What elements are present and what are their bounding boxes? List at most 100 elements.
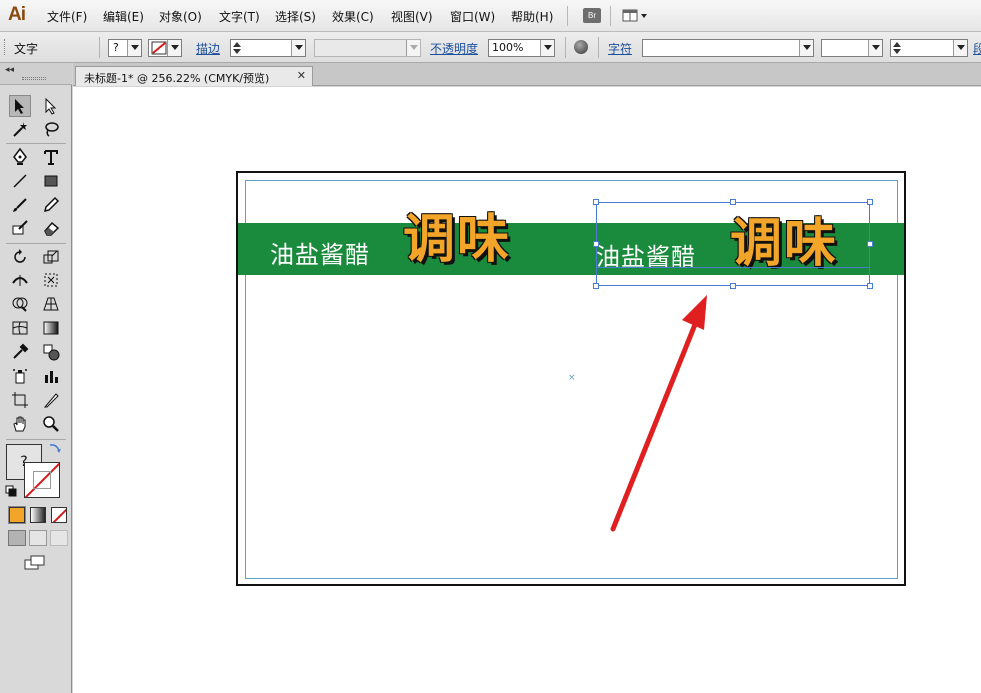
canvas[interactable]: 油盐酱醋 调味 油盐酱醋 调味 × — [73, 87, 981, 693]
chevron-down-icon[interactable] — [799, 40, 813, 56]
font-size-field[interactable] — [890, 39, 968, 57]
perspective-grid-tool-icon[interactable] — [40, 293, 62, 315]
menu-window[interactable]: 窗口(W) — [450, 8, 495, 25]
opacity-label[interactable]: 不透明度 — [430, 40, 478, 57]
stroke-swatch[interactable] — [24, 462, 60, 498]
resize-handle[interactable] — [593, 241, 599, 247]
draw-inside-icon[interactable] — [50, 530, 68, 546]
resize-handle[interactable] — [867, 241, 873, 247]
stroke-label[interactable]: 描边 — [196, 40, 220, 57]
banner-small-text-left[interactable]: 油盐酱醋 — [270, 235, 370, 270]
default-fill-stroke-icon[interactable] — [5, 485, 17, 497]
pen-tool-icon[interactable] — [9, 146, 31, 168]
current-tool-label: 文字 — [14, 42, 39, 56]
width-tool-icon[interactable] — [9, 269, 31, 291]
blend-tool-icon[interactable] — [40, 341, 62, 363]
menu-file[interactable]: 文件(F) — [47, 8, 87, 25]
mesh-tool-icon[interactable] — [9, 317, 31, 339]
resize-handle[interactable] — [593, 283, 599, 289]
collapse-icon[interactable]: ◂◂ — [5, 65, 14, 75]
shape-builder-tool-icon[interactable] — [9, 293, 31, 315]
text-baseline — [596, 267, 870, 268]
gradient-mode-button[interactable] — [30, 507, 46, 523]
resize-handle[interactable] — [867, 283, 873, 289]
chevron-down-icon[interactable] — [540, 40, 554, 56]
chevron-down-icon[interactable] — [953, 40, 967, 56]
variable-width-profile[interactable] — [314, 39, 421, 57]
resize-handle[interactable] — [867, 199, 873, 205]
eraser-tool-icon[interactable] — [40, 217, 62, 239]
slice-tool-icon[interactable] — [40, 389, 62, 411]
blob-brush-tool-icon[interactable] — [9, 217, 31, 239]
resize-handle[interactable] — [593, 199, 599, 205]
chevron-down-icon[interactable] — [868, 40, 882, 56]
opacity-field[interactable]: 100% — [488, 39, 555, 57]
menu-view[interactable]: 视图(V) — [391, 8, 433, 25]
column-graph-tool-icon[interactable] — [40, 365, 62, 387]
stroke-weight-field[interactable] — [230, 39, 306, 57]
gradient-tool-icon[interactable] — [40, 317, 62, 339]
close-icon[interactable]: ✕ — [297, 69, 306, 82]
scale-tool-icon[interactable] — [40, 246, 62, 268]
resize-handle[interactable] — [730, 283, 736, 289]
spinner-icon[interactable] — [232, 41, 242, 55]
color-mode-button[interactable] — [8, 506, 26, 524]
direct-selection-tool-icon[interactable] — [40, 95, 62, 117]
line-segment-tool-icon[interactable] — [9, 170, 31, 192]
panel-grip[interactable] — [22, 77, 46, 80]
rectangle-tool-icon[interactable] — [40, 170, 62, 192]
control-separator — [99, 37, 100, 58]
document-tab[interactable]: 未标题-1* @ 256.22% (CMYK/预览) ✕ — [75, 66, 313, 86]
none-mode-button[interactable] — [51, 507, 67, 523]
font-style-field[interactable] — [821, 39, 883, 57]
menu-separator — [610, 6, 611, 26]
hand-tool-icon[interactable] — [9, 413, 31, 435]
eyedropper-tool-icon[interactable] — [9, 341, 31, 363]
control-bar: 文字 ? 描边 不透明度 100% 字符 段 — [0, 32, 981, 63]
artboard[interactable]: 油盐酱醋 调味 油盐酱醋 调味 × — [236, 171, 906, 586]
chevron-down-icon — [406, 40, 420, 56]
menu-edit[interactable]: 编辑(E) — [103, 8, 144, 25]
menu-object[interactable]: 对象(O) — [159, 8, 202, 25]
arrange-documents-icon[interactable] — [622, 8, 650, 24]
swap-fill-stroke-icon[interactable] — [48, 442, 62, 454]
chevron-down-icon[interactable] — [291, 40, 305, 56]
screen-mode-icon[interactable] — [24, 555, 46, 571]
draw-normal-icon[interactable] — [8, 530, 26, 546]
selection-tool-icon[interactable] — [9, 95, 31, 117]
menu-help[interactable]: 帮助(H) — [511, 8, 553, 25]
free-transform-tool-icon[interactable] — [40, 269, 62, 291]
document-tab-strip: 未标题-1* @ 256.22% (CMYK/预览) ✕ — [73, 63, 981, 86]
artboard-tool-icon[interactable] — [9, 389, 31, 411]
panel-grip[interactable] — [4, 39, 7, 55]
magic-wand-tool-icon[interactable] — [9, 118, 31, 140]
no-stroke-icon — [151, 41, 167, 55]
fill-color-dropdown[interactable]: ? — [108, 39, 142, 57]
bridge-button[interactable]: Br — [583, 8, 601, 23]
chevron-down-icon — [167, 40, 181, 56]
stroke-color-dropdown[interactable] — [148, 39, 182, 57]
font-family-field[interactable] — [642, 39, 814, 57]
globe-icon[interactable] — [574, 40, 588, 54]
tool-separator — [6, 439, 66, 440]
pencil-tool-icon[interactable] — [40, 194, 62, 216]
banner-big-text-left[interactable]: 调味 — [403, 197, 511, 272]
tool-separator — [6, 143, 66, 144]
zoom-tool-icon[interactable] — [40, 413, 62, 435]
menu-select[interactable]: 选择(S) — [275, 8, 316, 25]
tools-panel-header[interactable]: ◂◂ — [0, 63, 72, 85]
symbol-sprayer-tool-icon[interactable] — [9, 365, 31, 387]
control-separator — [598, 37, 599, 58]
menu-effect[interactable]: 效果(C) — [332, 8, 374, 25]
draw-behind-icon[interactable] — [29, 530, 47, 546]
lasso-tool-icon[interactable] — [40, 118, 62, 140]
resize-handle[interactable] — [730, 199, 736, 205]
type-tool-icon[interactable] — [40, 146, 62, 168]
character-label[interactable]: 字符 — [608, 40, 632, 57]
menu-separator — [567, 6, 568, 26]
paintbrush-tool-icon[interactable] — [9, 194, 31, 216]
paragraph-label-truncated[interactable]: 段 — [973, 40, 981, 57]
menu-type[interactable]: 文字(T) — [219, 8, 260, 25]
spinner-icon[interactable] — [892, 41, 902, 55]
rotate-tool-icon[interactable] — [9, 246, 31, 268]
